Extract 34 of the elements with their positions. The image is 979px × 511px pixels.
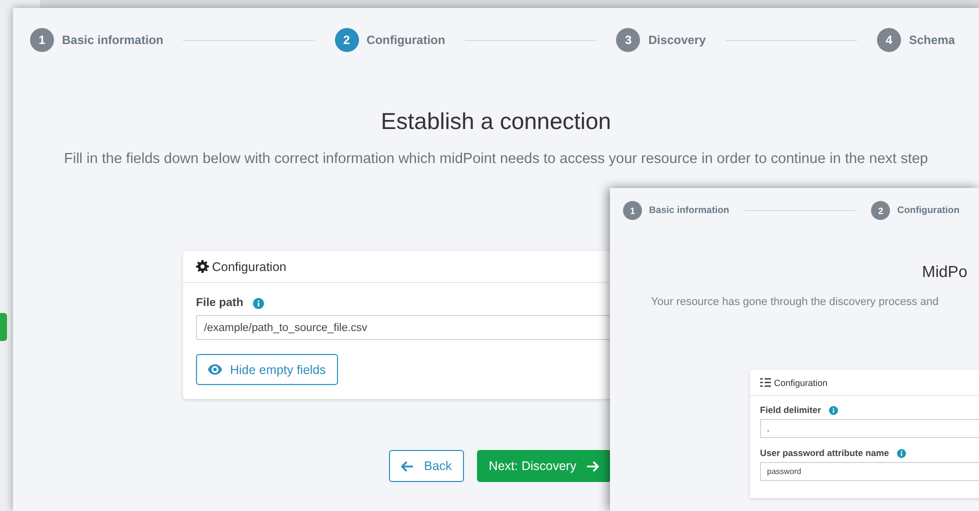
page-subtitle: Fill in the fields down below with correct information which midPoint needs to access your resource in order to continue in the next step (63, 151, 929, 167)
page-subtitle: Your resource has gone through the discovery process and (651, 296, 940, 308)
step-number: 2 (871, 201, 890, 220)
field-label: File path (196, 297, 244, 309)
card-title: Configuration (774, 378, 828, 388)
gear-icon (196, 260, 209, 273)
back-button[interactable]: Back (389, 450, 464, 482)
eye-icon (208, 364, 222, 375)
list-icon (760, 378, 771, 387)
step-label[interactable]: Schema (908, 33, 955, 47)
step-label[interactable]: Basic information (62, 33, 164, 47)
step-number: 3 (616, 28, 640, 52)
arrow-right-icon (586, 460, 600, 472)
next-button[interactable]: Next: Discovery (476, 450, 612, 482)
step-number: 1 (30, 28, 54, 52)
page-title: MidPo (922, 264, 968, 282)
step-number: 2 (334, 28, 359, 52)
hide-empty-fields-button[interactable]: Hide empty fields (196, 354, 338, 385)
step-label[interactable]: Configuration (897, 205, 960, 216)
arrow-left-icon (401, 460, 414, 472)
info-icon[interactable] (897, 448, 906, 458)
step-label[interactable]: Discovery (648, 33, 706, 47)
info-icon[interactable] (253, 298, 264, 308)
step-label[interactable]: Basic information (649, 205, 730, 216)
card-title: Configuration (212, 260, 286, 274)
step-label[interactable]: Configuration (366, 33, 446, 47)
page-title: Establish a connection (380, 108, 612, 135)
field-label: Field delimiter (760, 405, 822, 415)
input-field[interactable]: , (760, 419, 979, 438)
step-number: 1 (623, 201, 642, 220)
info-icon[interactable] (829, 406, 838, 414)
input-field[interactable]: password (760, 462, 979, 481)
field-label: User password attribute name (760, 448, 890, 458)
step-number: 4 (876, 28, 901, 52)
